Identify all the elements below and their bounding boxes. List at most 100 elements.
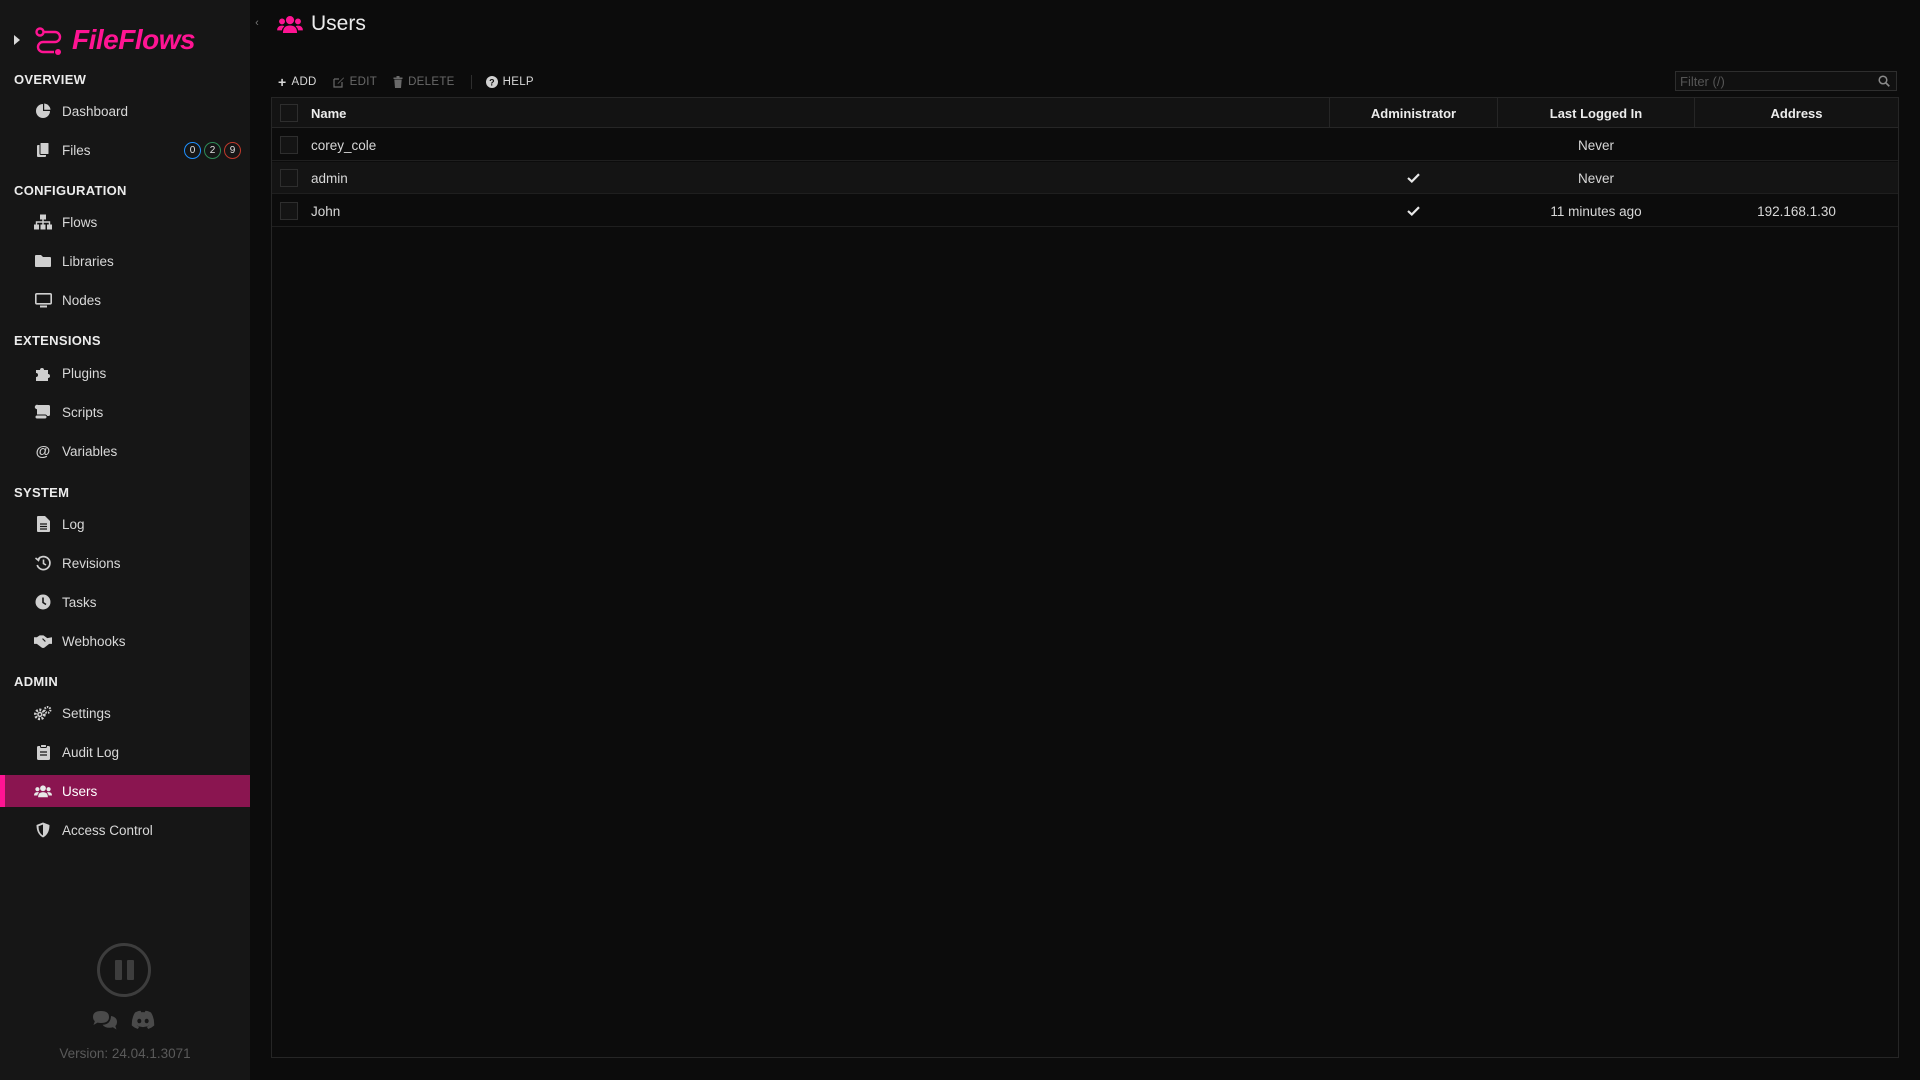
gears-icon	[34, 704, 52, 722]
version-label: Version: 24.04.1.3071	[59, 1046, 191, 1061]
sidebar-item-dashboard[interactable]: Dashboard	[0, 95, 250, 127]
expand-triangle-icon[interactable]	[14, 35, 20, 45]
page-header: Users	[277, 12, 366, 36]
table-row[interactable]: John 11 minutes ago 192.168.1.30	[272, 195, 1898, 227]
sidebar-item-label: Users	[62, 783, 98, 799]
sidebar-item-audit-log[interactable]: Audit Log	[0, 736, 250, 768]
main-content: Users + ADD EDIT DELETE ? HELP Filter (/…	[250, 0, 1920, 1080]
status-badge-processing[interactable]: 0	[184, 141, 201, 159]
row-checkbox[interactable]	[280, 136, 298, 154]
cell-name: John	[311, 203, 341, 219]
help-button[interactable]: ? HELP	[485, 76, 534, 88]
sidebar-item-access-control[interactable]: Access Control	[0, 814, 250, 846]
sidebar-item-label: Tasks	[62, 594, 97, 610]
toolbar: + ADD EDIT DELETE ? HELP	[278, 74, 550, 90]
section-admin: ADMIN	[14, 674, 59, 689]
sidebar-item-revisions[interactable]: Revisions	[0, 547, 250, 579]
sidebar-item-scripts[interactable]: Scripts	[0, 396, 250, 428]
toolbar-divider	[470, 75, 472, 89]
cell-address: 192.168.1.30	[1757, 203, 1836, 219]
file-status-badges: 0 2 9	[184, 141, 241, 159]
cell-administrator	[1330, 162, 1497, 194]
table-row[interactable]: admin Never	[272, 162, 1898, 194]
logo[interactable]: FileFlows	[14, 22, 196, 58]
sidebar-item-flows[interactable]: Flows	[0, 206, 250, 238]
handshake-icon	[34, 632, 52, 650]
sidebar-item-label: Webhooks	[62, 633, 126, 649]
column-header-last-logged-in[interactable]: Last Logged In	[1498, 98, 1694, 128]
brand-name: FileFlows	[72, 24, 196, 55]
pause-bar-icon	[114, 960, 122, 980]
history-icon	[34, 554, 52, 572]
cell-last-logged-in: 11 minutes ago	[1550, 203, 1642, 219]
column-header-administrator[interactable]: Administrator	[1330, 98, 1497, 128]
table-row[interactable]: corey_cole Never	[272, 129, 1898, 161]
sidebar-item-label: Audit Log	[62, 744, 120, 760]
sidebar-item-settings[interactable]: Settings	[0, 697, 250, 729]
sidebar-item-label: Libraries	[62, 253, 114, 269]
scroll-icon	[34, 403, 52, 421]
section-overview: OVERVIEW	[14, 72, 87, 87]
sidebar-item-label: Variables	[62, 443, 118, 459]
at-icon: @	[35, 442, 51, 460]
column-header-address[interactable]: Address	[1695, 98, 1898, 128]
files-icon	[34, 141, 52, 159]
discord-icon[interactable]	[130, 1010, 156, 1030]
sidebar-item-label: Settings	[62, 705, 111, 721]
section-system: SYSTEM	[14, 485, 70, 500]
sidebar-item-label: Log	[62, 516, 85, 532]
sidebar-item-tasks[interactable]: Tasks	[0, 586, 250, 618]
monitor-icon	[34, 291, 52, 309]
trash-icon	[393, 76, 403, 88]
cell-administrator	[1330, 195, 1497, 227]
edit-label: EDIT	[349, 76, 378, 88]
add-button[interactable]: + ADD	[278, 74, 317, 90]
delete-button[interactable]: DELETE	[393, 76, 455, 88]
file-icon	[34, 515, 52, 533]
sidebar-item-nodes[interactable]: Nodes	[0, 284, 250, 316]
delete-label: DELETE	[408, 76, 455, 88]
check-icon	[1407, 206, 1420, 216]
pause-bar-icon	[126, 960, 134, 980]
sidebar-item-label: Flows	[62, 214, 98, 230]
sidebar-item-files[interactable]: Files 0 2 9	[0, 134, 250, 166]
fileflows-logo-icon	[35, 27, 62, 55]
sidebar-item-users[interactable]: Users	[0, 775, 250, 807]
check-icon	[1407, 173, 1420, 183]
sidebar: FileFlows OVERVIEW Dashboard Files 0 2 9…	[0, 0, 250, 1080]
add-label: ADD	[291, 76, 317, 88]
folder-icon	[34, 252, 52, 270]
pause-button[interactable]	[97, 943, 151, 997]
sidebar-item-label: Revisions	[62, 555, 121, 571]
filter-input[interactable]	[1676, 72, 1878, 90]
select-all-checkbox[interactable]	[280, 104, 298, 122]
row-checkbox[interactable]	[280, 202, 298, 220]
clock-icon	[34, 593, 52, 611]
edit-button[interactable]: EDIT	[333, 76, 377, 88]
sidebar-item-label: Plugins	[62, 365, 107, 381]
status-badge-processed[interactable]: 2	[204, 141, 221, 159]
dashboard-icon	[34, 102, 52, 120]
plus-icon: +	[278, 74, 287, 90]
sidebar-item-libraries[interactable]: Libraries	[0, 245, 250, 277]
cell-name: corey_cole	[311, 137, 377, 153]
help-label: HELP	[502, 76, 534, 88]
cell-last-logged-in: Never	[1577, 170, 1614, 186]
edit-icon	[333, 77, 344, 88]
search-icon[interactable]	[1878, 75, 1890, 87]
sidebar-item-variables[interactable]: @ Variables	[0, 435, 250, 467]
sidebar-item-webhooks[interactable]: Webhooks	[0, 625, 250, 657]
row-checkbox[interactable]	[280, 169, 298, 187]
sidebar-item-label: Nodes	[62, 292, 102, 308]
sidebar-item-label: Scripts	[62, 404, 104, 420]
users-title-icon	[277, 16, 303, 33]
status-badge-failed[interactable]: 9	[224, 141, 241, 159]
app: FileFlows OVERVIEW Dashboard Files 0 2 9…	[0, 0, 1920, 1080]
sidebar-item-log[interactable]: Log	[0, 508, 250, 540]
column-header-name[interactable]: Name	[311, 98, 511, 128]
sidebar-item-label: Access Control	[62, 822, 153, 838]
cell-last-logged-in: Never	[1577, 137, 1614, 153]
cell-address	[1695, 129, 1898, 161]
forum-icon[interactable]	[92, 1010, 118, 1030]
sidebar-item-plugins[interactable]: Plugins	[0, 357, 250, 389]
